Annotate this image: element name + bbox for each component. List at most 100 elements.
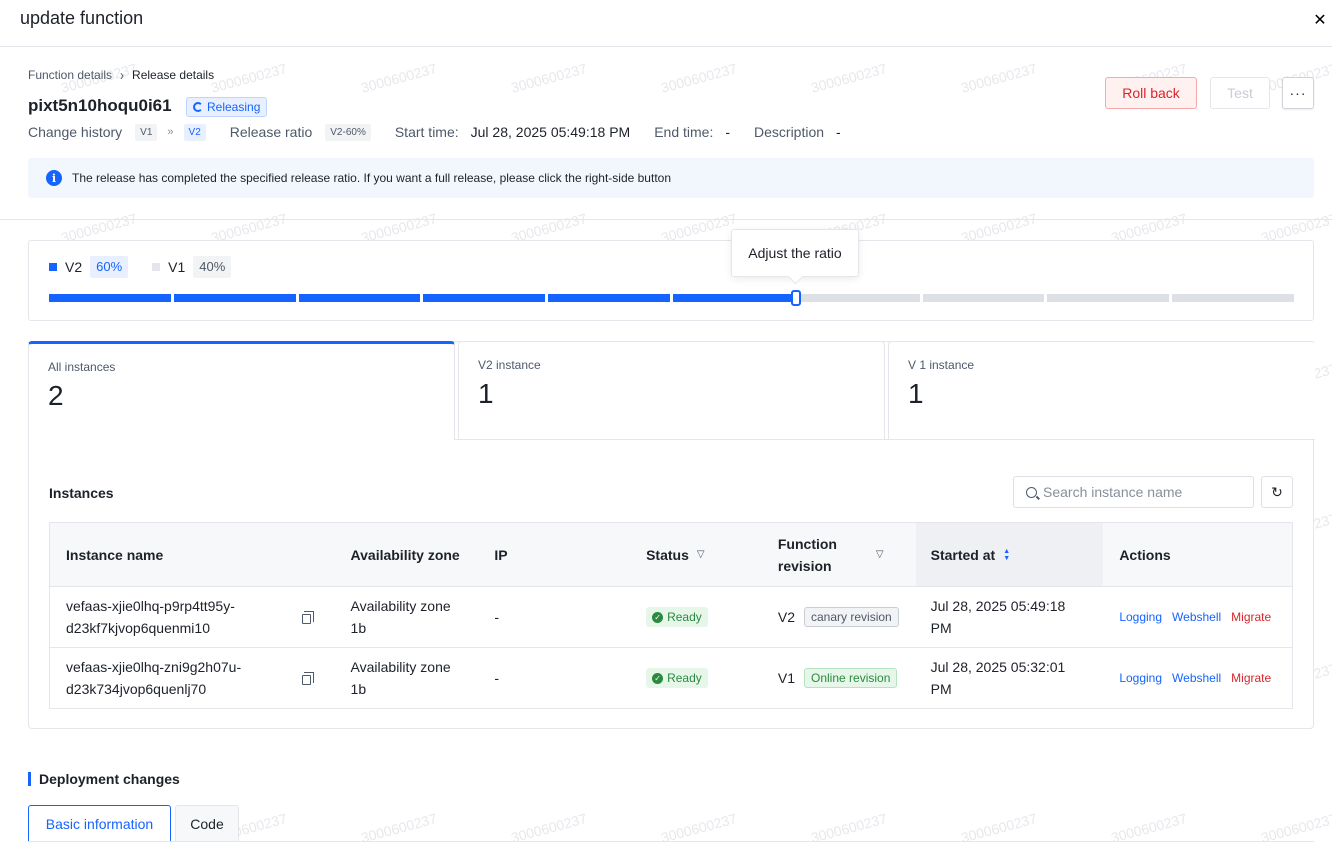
ready-label: Ready xyxy=(667,610,702,624)
col-actions: Actions xyxy=(1103,523,1292,586)
end-time-value: - xyxy=(725,124,731,140)
webshell-link[interactable]: Webshell xyxy=(1172,610,1221,624)
release-ratio-label: Release ratio xyxy=(229,124,313,140)
watermark-text: 3000600237 xyxy=(209,60,289,96)
release-ratio-chip: V2-60% xyxy=(325,123,371,141)
ip-cell: - xyxy=(494,670,499,686)
actions-cell: Logging Webshell Migrate xyxy=(1103,587,1292,647)
slider-handle[interactable] xyxy=(790,290,801,306)
sort-icon[interactable]: ▲ ▼ xyxy=(1003,548,1010,562)
ratio-tooltip: Adjust the ratio xyxy=(731,229,859,277)
migrate-link[interactable]: Migrate xyxy=(1231,610,1271,624)
started-line2: PM xyxy=(930,681,952,697)
ratio-slider[interactable] xyxy=(49,290,1294,306)
rollback-button[interactable]: Roll back xyxy=(1105,77,1197,109)
col-instance-name: Instance name xyxy=(50,523,335,586)
section-divider xyxy=(0,219,1332,220)
revision-cell: V2 canary revision xyxy=(764,587,916,647)
more-button[interactable]: ··· xyxy=(1282,77,1314,109)
status-cell: ✓ Ready xyxy=(630,648,764,708)
status-badge-label: Releasing xyxy=(207,100,261,114)
refresh-button[interactable]: ↻ xyxy=(1261,476,1293,508)
table-row: vefaas-xjie0lhq-zni9g2h07u- d23k734jvop6… xyxy=(50,648,1292,708)
copy-icon[interactable] xyxy=(302,611,314,624)
instances-panel: All instances 2 V2 instance 1 V 1 instan… xyxy=(28,341,1315,729)
actions-cell: Logging Webshell Migrate xyxy=(1103,648,1292,708)
change-history-label: Change history xyxy=(28,124,123,140)
deployment-title-text: Deployment changes xyxy=(39,771,180,787)
col-started-label: Started at xyxy=(930,546,996,563)
webshell-link[interactable]: Webshell xyxy=(1172,671,1221,685)
ratio-segment-empty xyxy=(1047,294,1170,302)
started-cell: Jul 28, 2025 05:32:01 PM xyxy=(916,648,1104,708)
instances-table: Instance name Availability zone IP Statu… xyxy=(49,522,1293,709)
deployment-changes-title: Deployment changes xyxy=(28,770,180,788)
status-cell: ✓ Ready xyxy=(630,587,764,647)
search-input[interactable]: Search instance name xyxy=(1013,476,1254,508)
refresh-icon: ↻ xyxy=(1271,483,1283,500)
copy-icon[interactable] xyxy=(302,672,314,685)
from-version-chip: V1 xyxy=(135,123,158,141)
filter-icon[interactable]: ▽ xyxy=(876,549,884,560)
ready-badge: ✓ Ready xyxy=(646,607,708,627)
tab-count: 1 xyxy=(478,378,494,409)
ratio-segment-empty xyxy=(1172,294,1294,302)
search-icon xyxy=(1026,486,1037,498)
to-version-chip: V2 xyxy=(183,123,206,141)
double-chevron-icon: » xyxy=(167,126,174,138)
logging-link[interactable]: Logging xyxy=(1119,610,1162,624)
chevron-right-icon: › xyxy=(120,66,125,84)
start-time-label: Start time: xyxy=(394,124,459,140)
info-icon: i xyxy=(46,170,62,186)
tab-v1-instance[interactable]: V 1 instance 1 xyxy=(888,341,1315,440)
dialog-title: update function xyxy=(20,8,144,28)
v1-percent: 40% xyxy=(193,256,232,278)
release-meta: Change history V1 » V2 Release ratio V2-… xyxy=(28,122,841,142)
col-function-revision: Function revision ▽ xyxy=(763,523,916,586)
v2-legend-swatch xyxy=(49,263,57,271)
ratio-segment-empty xyxy=(922,294,1045,302)
online-revision-tag: Online revision xyxy=(804,668,898,688)
end-time-label: End time: xyxy=(654,124,714,140)
zone-line2: 1b xyxy=(350,681,367,697)
search-placeholder: Search instance name xyxy=(1043,484,1183,500)
instance-name-line1: vefaas-xjie0lhq-p9rp4tt95y- xyxy=(66,598,235,614)
instance-name-line2: d23k734jvop6quenlj70 xyxy=(66,681,207,697)
tab-all-instances[interactable]: All instances 2 xyxy=(28,341,455,440)
zone-line2: 1b xyxy=(350,620,367,636)
tab-code[interactable]: Code xyxy=(175,805,239,842)
loading-icon xyxy=(193,102,203,112)
filter-icon[interactable]: ▽ xyxy=(697,549,705,560)
v1-legend-swatch xyxy=(152,263,161,271)
ratio-segment-empty xyxy=(797,294,920,302)
zone-cell: Availability zone 1b xyxy=(335,648,479,708)
col-status: Status ▽ xyxy=(630,523,764,586)
tab-basic-information[interactable]: Basic information xyxy=(28,805,171,842)
check-icon: ✓ xyxy=(652,672,664,684)
watermark-text: 3000600237 xyxy=(809,60,889,96)
ready-badge: ✓ Ready xyxy=(646,668,708,688)
status-badge: Releasing xyxy=(186,97,268,117)
test-button[interactable]: Test xyxy=(1210,77,1270,109)
ratio-card: V2 60% V1 40% xyxy=(28,240,1314,321)
instance-name-line2: d23kf7kjvop6quenmi10 xyxy=(66,620,210,636)
breadcrumb-parent[interactable]: Function details xyxy=(28,68,112,82)
col-availability-zone: Availability zone xyxy=(334,523,479,586)
col-revision-label: Function revision xyxy=(777,535,837,574)
instance-name-cell: vefaas-xjie0lhq-p9rp4tt95y- d23kf7kjvop6… xyxy=(50,587,335,647)
watermark-text: 3000600237 xyxy=(509,60,589,96)
breadcrumb-current: Release details xyxy=(132,68,215,82)
check-icon: ✓ xyxy=(652,611,664,623)
migrate-link[interactable]: Migrate xyxy=(1231,671,1271,685)
zone-line1: Availability zone xyxy=(350,659,451,675)
tab-v2-instance[interactable]: V2 instance 1 xyxy=(458,341,885,440)
watermark-text: 3000600237 xyxy=(959,60,1039,96)
close-icon[interactable]: ✕ xyxy=(1312,10,1328,29)
logging-link[interactable]: Logging xyxy=(1119,671,1162,685)
tab-count: 1 xyxy=(908,378,924,409)
function-name: pixt5n10hoqu0i61 xyxy=(28,96,172,115)
dialog-header: update function ✕ xyxy=(0,0,1332,47)
description-value: - xyxy=(836,124,841,140)
ratio-segment-filled xyxy=(173,294,296,302)
col-started-at: Started at ▲ ▼ xyxy=(915,523,1104,586)
